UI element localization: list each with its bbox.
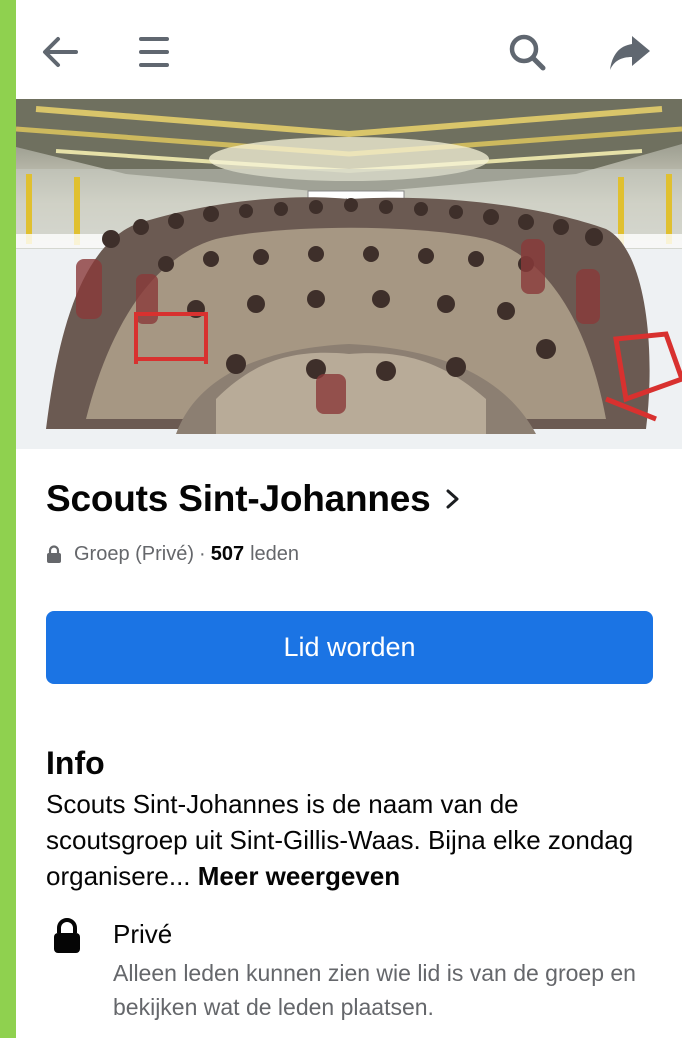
lock-icon	[46, 545, 62, 564]
cover-photo[interactable]: KRIS LIJN	[16, 99, 682, 449]
chevron-right-icon[interactable]	[445, 484, 461, 518]
lock-icon	[52, 918, 82, 959]
meta-separator: ·	[199, 543, 206, 565]
cover-photo-graphic: KRIS LIJN	[16, 99, 682, 449]
share-icon[interactable]	[608, 30, 652, 74]
join-group-button[interactable]: Lid worden	[46, 611, 653, 684]
member-label: leden	[250, 543, 300, 565]
menu-icon[interactable]	[132, 30, 176, 74]
info-heading: Info	[46, 745, 105, 781]
privacy-description: Alleen leden kunnen zien wie lid is van …	[113, 960, 636, 1020]
search-icon[interactable]	[505, 30, 549, 74]
member-count: 507	[210, 543, 245, 565]
group-meta: Groep (Privé) · 507 leden	[46, 543, 299, 566]
group-type: Groep (Privé)	[74, 543, 195, 565]
group-title-row[interactable]: Scouts Sint-Johannes	[46, 478, 461, 520]
group-page: KRIS LIJN	[16, 0, 682, 1038]
see-more-link[interactable]: Meer weergeven	[198, 861, 400, 891]
top-bar	[16, 0, 682, 100]
privacy-title: Privé	[113, 919, 173, 949]
info-description-block: Scouts Sint-Johannes is de naam van de s…	[46, 786, 666, 894]
back-arrow-icon[interactable]	[38, 30, 82, 74]
group-name[interactable]: Scouts Sint-Johannes	[46, 478, 431, 520]
